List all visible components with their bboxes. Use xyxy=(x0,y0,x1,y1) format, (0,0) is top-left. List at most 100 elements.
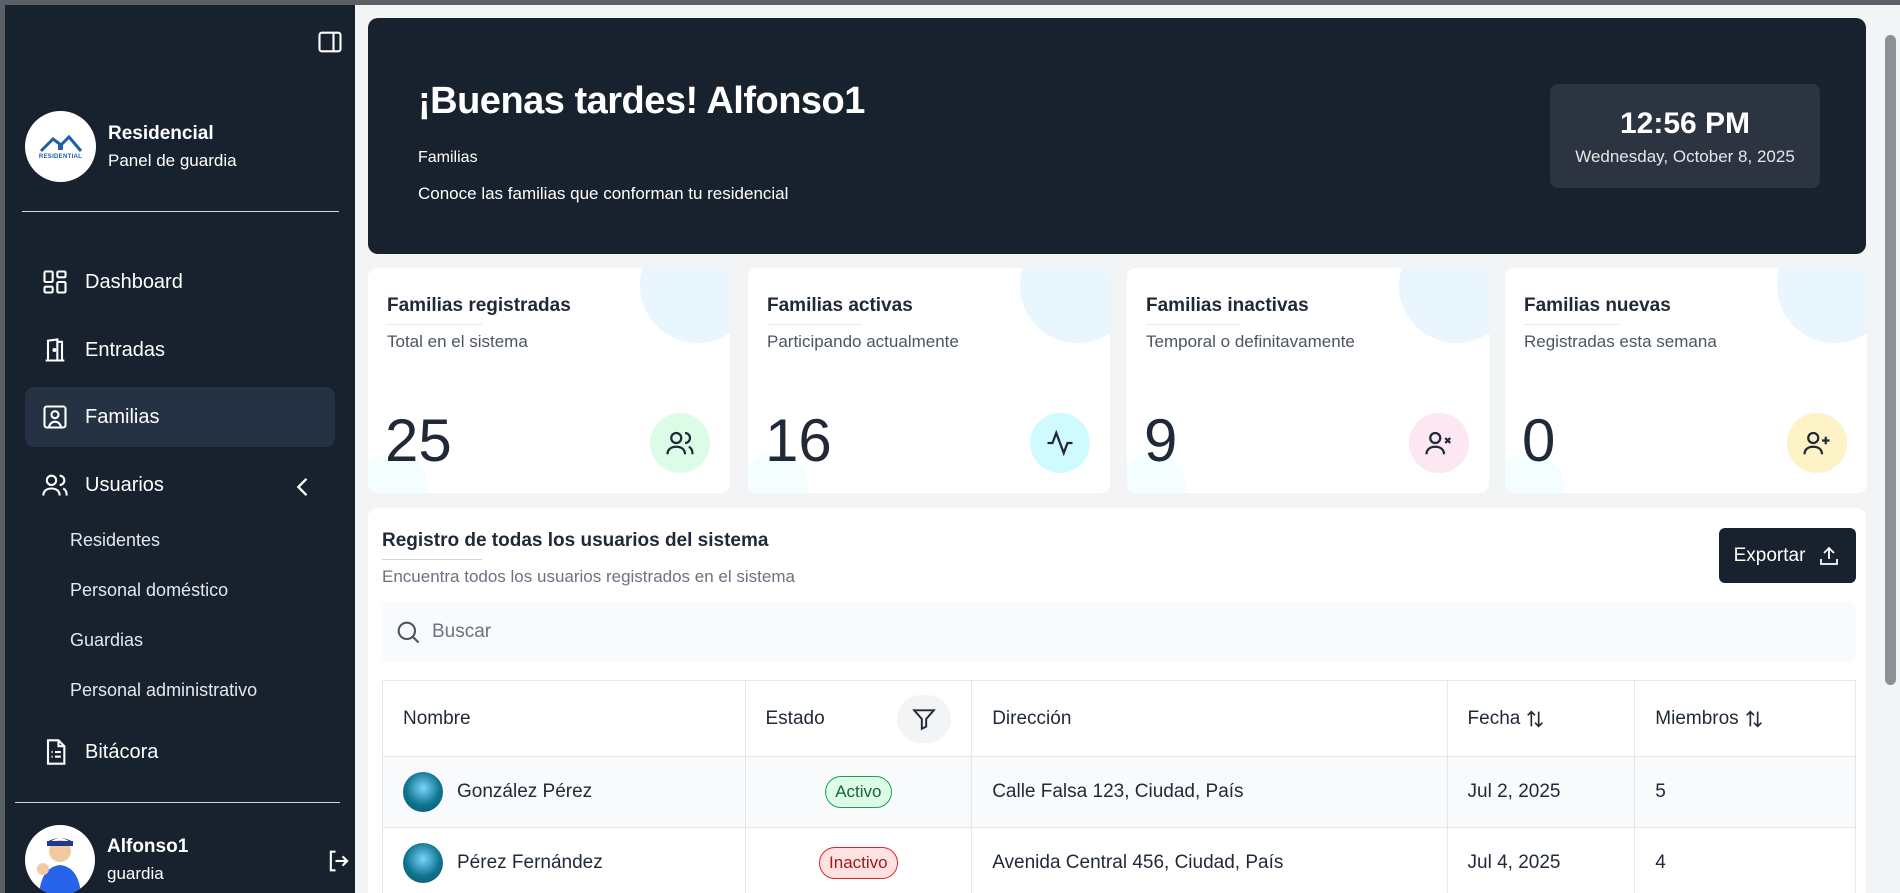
cell-members: 5 xyxy=(1655,781,1666,802)
logo-text: RESIDENTIAL xyxy=(38,154,83,160)
column-header-direccion: Dirección xyxy=(972,681,1448,756)
avatar xyxy=(403,843,443,883)
greeting-banner: ¡Buenas tardes! Alfonso1 Familias Conoce… xyxy=(368,18,1866,254)
search-input[interactable] xyxy=(432,621,1732,643)
contact-card-icon xyxy=(43,405,67,429)
sidebar-item-label: Usuarios xyxy=(85,473,164,496)
sidebar-item-usuarios[interactable]: Usuarios xyxy=(25,455,335,515)
export-label: Exportar xyxy=(1733,544,1806,566)
column-header-label: Estado xyxy=(765,707,825,729)
brand-title: Residencial xyxy=(108,122,214,144)
users-table-card: Registro de todas los usuarios del siste… xyxy=(368,508,1866,893)
stat-card-activas: Familias activas Participando actualment… xyxy=(748,268,1110,493)
table-row[interactable]: Pérez Fernández Inactivo Avenida Central… xyxy=(383,828,1855,893)
stat-title: Familias inactivas xyxy=(1146,295,1309,316)
status-badge: Activo xyxy=(825,776,892,808)
stat-value: 25 xyxy=(385,407,452,474)
sidebar-item-dashboard[interactable]: Dashboard xyxy=(25,252,335,312)
sort-icon[interactable] xyxy=(1524,708,1546,730)
status-filter-button[interactable] xyxy=(897,695,952,743)
sidebar-item-label: Familias xyxy=(85,405,160,428)
stat-description: Total en el sistema xyxy=(387,332,528,351)
stat-title: Familias nuevas xyxy=(1524,295,1671,316)
stat-description: Temporal o definitavamente xyxy=(1146,332,1355,351)
section-description: Conoce las familias que conforman tu res… xyxy=(418,184,789,203)
sidebar-item-label: Entradas xyxy=(85,338,166,361)
sidebar-toggle-icon[interactable] xyxy=(316,28,344,56)
decor-blob xyxy=(640,268,730,343)
stat-value: 16 xyxy=(765,407,832,474)
sidebar-item-bitacora[interactable]: Bitácora xyxy=(25,722,335,782)
table-header-row: Nombre Estado Dirección Fecha Miembros xyxy=(383,681,1855,757)
stat-underline xyxy=(1146,324,1241,325)
column-header-fecha[interactable]: Fecha xyxy=(1448,681,1636,756)
cell-address: Avenida Central 456, Ciudad, País xyxy=(972,828,1448,893)
cell-status: Inactivo xyxy=(746,828,973,893)
sidebar-item-entradas[interactable]: Entradas xyxy=(25,320,335,380)
search-icon xyxy=(397,621,420,644)
filter-icon xyxy=(912,709,937,731)
cell-date: Jul 2, 2025 xyxy=(1448,757,1636,827)
sidebar-subitem-personal-domestico[interactable]: Personal doméstico xyxy=(70,580,228,601)
sidebar: RESIDENTIAL Residencial Panel de guardia… xyxy=(5,5,355,893)
column-header-miembros[interactable]: Miembros xyxy=(1635,681,1855,756)
stat-icon-badge xyxy=(650,413,710,473)
logout-icon[interactable] xyxy=(325,847,353,875)
sidebar-subitem-personal-administrativo[interactable]: Personal administrativo xyxy=(70,680,257,701)
family-name: Pérez Fernández xyxy=(457,852,603,873)
app-window: RESIDENTIAL Residencial Panel de guardia… xyxy=(5,5,1900,893)
stat-icon-badge xyxy=(1030,413,1090,473)
sidebar-subitem-guardias[interactable]: Guardias xyxy=(70,630,143,651)
avatar xyxy=(25,825,95,893)
column-header-label: Fecha xyxy=(1467,707,1521,729)
decor-blob xyxy=(1399,268,1489,343)
cell-address: Calle Falsa 123, Ciudad, País xyxy=(972,757,1448,827)
sort-icon[interactable] xyxy=(1743,708,1765,730)
card-title: Registro de todas los usuarios del siste… xyxy=(382,530,769,551)
residential-logo: RESIDENTIAL xyxy=(25,111,96,182)
guard-avatar-icon xyxy=(37,838,81,893)
sidebar-item-familias[interactable]: Familias xyxy=(25,387,335,447)
stat-icon-badge xyxy=(1409,413,1469,473)
decor-blob xyxy=(1020,268,1110,343)
clock-date: Wednesday, October 8, 2025 xyxy=(1575,147,1795,166)
sidebar-item-label: Bitácora xyxy=(85,740,159,763)
search-bar xyxy=(382,602,1856,662)
stat-underline xyxy=(387,324,482,325)
clock-time: 12:56 PM xyxy=(1619,107,1751,140)
column-header-label: Miembros xyxy=(1655,707,1739,729)
export-button[interactable]: Exportar xyxy=(1719,528,1856,583)
sidebar-subitem-residentes[interactable]: Residentes xyxy=(70,530,160,551)
dashboard-icon xyxy=(43,270,67,294)
door-icon xyxy=(45,338,65,362)
activity-icon xyxy=(1047,429,1073,457)
family-name: González Pérez xyxy=(457,781,593,802)
section-label: Familias xyxy=(418,149,478,166)
cell-name: Pérez Fernández xyxy=(383,828,746,893)
card-underline xyxy=(382,559,482,560)
column-header-estado: Estado xyxy=(746,681,973,756)
scrollbar-thumb[interactable] xyxy=(1885,35,1896,685)
table-row[interactable]: González Pérez Activo Calle Falsa 123, C… xyxy=(383,757,1855,828)
users-icon xyxy=(42,474,68,496)
user-add-icon xyxy=(1803,431,1830,455)
users-icon xyxy=(666,431,694,455)
upload-icon xyxy=(1820,546,1839,565)
stat-card-registradas: Familias registradas Total en el sistema… xyxy=(368,268,730,493)
cell-name: González Pérez xyxy=(383,757,746,827)
cell-status: Activo xyxy=(746,757,973,827)
chevron-left-icon[interactable] xyxy=(289,473,317,501)
stat-card-nuevas: Familias nuevas Registradas esta semana … xyxy=(1505,268,1867,493)
user-remove-icon xyxy=(1425,431,1452,455)
avatar xyxy=(403,772,443,812)
stat-title: Familias activas xyxy=(767,295,913,316)
brand-subtitle: Panel de guardia xyxy=(108,150,237,170)
card-description: Encuentra todos los usuarios registrados… xyxy=(382,567,795,586)
brand: RESIDENTIAL Residencial Panel de guardia xyxy=(25,111,237,182)
cell-members: 4 xyxy=(1655,852,1666,873)
user-name: Alfonso1 xyxy=(107,836,189,857)
cell-date: Jul 4, 2025 xyxy=(1448,828,1636,893)
stat-card-inactivas: Familias inactivas Temporal o definitava… xyxy=(1127,268,1489,493)
users-table: Nombre Estado Dirección Fecha Miembros G… xyxy=(382,680,1856,893)
status-badge: Inactivo xyxy=(819,847,898,879)
